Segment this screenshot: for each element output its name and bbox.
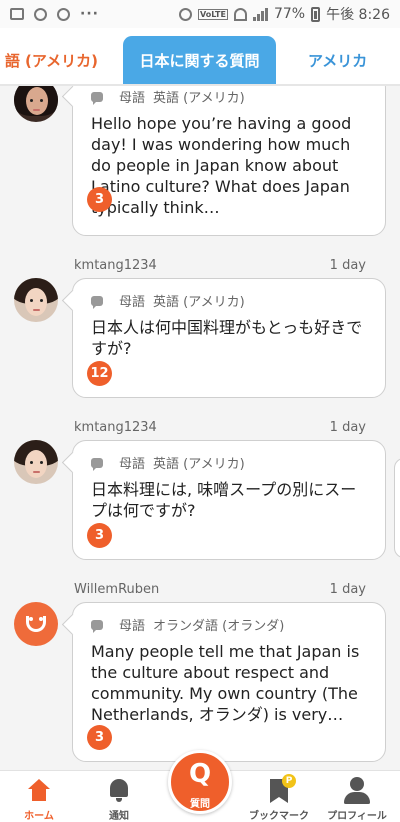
post-meta: kmtang1234 1 day [74,420,366,438]
app-notification-icon [57,7,70,21]
wifi-call-notification-icon [34,7,47,21]
alarm-icon [179,7,193,21]
nav-profile-label: プロフィール [327,811,387,822]
speech-bubble-icon [91,619,103,633]
post-time: 1 day [329,258,366,273]
language-row: 母語 オランダ語 (オランダ) [91,615,284,634]
signal-icon [252,7,268,21]
speech-bubble-icon [91,457,103,471]
question-card[interactable]: 母語 オランダ語 (オランダ) Many people tell me that… [72,602,386,762]
question-post[interactable]: 母語 英語 (アメリカ) Hello hope you’re having a … [0,86,400,238]
post-time: 1 day [329,420,366,435]
nav-bookmarks-label: ブックマーク [249,811,309,822]
nav-bookmarks[interactable]: P ブックマーク [244,774,314,822]
status-left-icons: ··· [10,6,99,22]
avatar[interactable] [14,278,58,322]
tab-english-usa-partial[interactable]: 語 (アメリカ) [0,36,98,84]
question-post[interactable]: kmtang1234 1 day 母語 英語 (アメリカ) 日本料理には, 味噌… [0,420,400,562]
question-post[interactable]: WillemRuben 1 day 母語 オランダ語 (オランダ) Many p… [0,582,400,762]
speech-bubble-icon [91,295,103,309]
question-card[interactable]: 母語 英語 (アメリカ) 日本料理には, 味噌スープの別にスープは何ですが? 3 [72,440,386,560]
username[interactable]: kmtang1234 [74,420,157,438]
question-text: Hello hope you’re having a good day! I w… [91,114,352,217]
avatar[interactable] [14,86,58,122]
profile-icon [350,777,364,791]
native-language-label: 母語 [119,91,146,106]
speech-bubble-icon [91,91,103,105]
q-icon: Q [188,759,212,789]
gallery-notification-icon [10,8,24,20]
offscreen-card-edge [394,458,400,558]
native-language-label: 母語 [119,619,146,634]
bell-icon [110,779,128,802]
question-text: Many people tell me that Japan is the cu… [91,642,360,724]
language-name: オランダ語 (オランダ) [153,619,285,634]
language-name: 英語 (アメリカ) [153,91,245,106]
category-tabs: 語 (アメリカ) 日本に関する質問 アメリカ [0,28,400,86]
ask-question-label: 質問 [190,799,210,810]
native-language-label: 母語 [119,457,146,472]
language-row: 母語 英語 (アメリカ) [91,291,245,310]
tab-questions-about-japan[interactable]: 日本に関する質問 [123,36,276,84]
question-post[interactable]: kmtang1234 1 day 母語 英語 (アメリカ) 日本人は何中国料理が… [0,258,400,400]
post-meta: WillemRuben 1 day [74,582,366,600]
ask-question-button[interactable]: Q 質問 [168,750,232,814]
default-avatar-icon[interactable] [14,602,58,646]
nav-home[interactable]: ホーム [4,775,74,822]
native-language-label: 母語 [119,295,146,310]
tab-america[interactable]: アメリカ [308,36,400,84]
question-feed[interactable]: 母語 英語 (アメリカ) Hello hope you’re having a … [0,86,400,770]
nav-notifications[interactable]: 通知 [84,775,154,822]
answer-count-badge: 3 [87,523,112,548]
wifi-icon [233,7,247,21]
question-card[interactable]: 母語 英語 (アメリカ) Hello hope you’re having a … [72,86,386,236]
battery-percent: 77% [273,6,306,22]
clock: 午後 8:26 [326,7,390,23]
answer-count-badge: 3 [87,187,112,212]
question-card[interactable]: 母語 英語 (アメリカ) 日本人は何中国料理がもとっも好きですが? 12 [72,278,386,398]
status-right-icons: VoLTE 77% 午後 8:26 [179,4,390,24]
post-meta: kmtang1234 1 day [74,258,366,276]
username[interactable]: WillemRuben [74,582,159,600]
answer-count-badge: 3 [87,725,112,750]
volte-icon: VoLTE [198,8,228,20]
nav-home-label: ホーム [24,811,54,822]
more-notifications-icon: ··· [80,6,99,22]
status-bar: ··· VoLTE 77% 午後 8:26 [0,0,400,28]
profile-icon-body [344,792,370,804]
username[interactable]: kmtang1234 [74,258,157,276]
nav-notifications-label: 通知 [109,811,129,822]
question-text: 日本料理には, 味噌スープの別にスープは何ですが? [91,480,357,520]
avatar[interactable] [14,440,58,484]
question-text: 日本人は何中国料理がもとっも好きですが? [91,318,363,358]
nav-profile[interactable]: プロフィール [322,775,392,822]
battery-icon [311,6,321,22]
language-row: 母語 英語 (アメリカ) [91,453,245,472]
home-icon [28,779,50,801]
answer-count-badge: 12 [87,361,112,386]
language-name: 英語 (アメリカ) [153,295,245,310]
post-time: 1 day [329,582,366,597]
points-badge-icon: P [282,774,296,788]
language-row: 母語 英語 (アメリカ) [91,87,245,106]
language-name: 英語 (アメリカ) [153,457,245,472]
